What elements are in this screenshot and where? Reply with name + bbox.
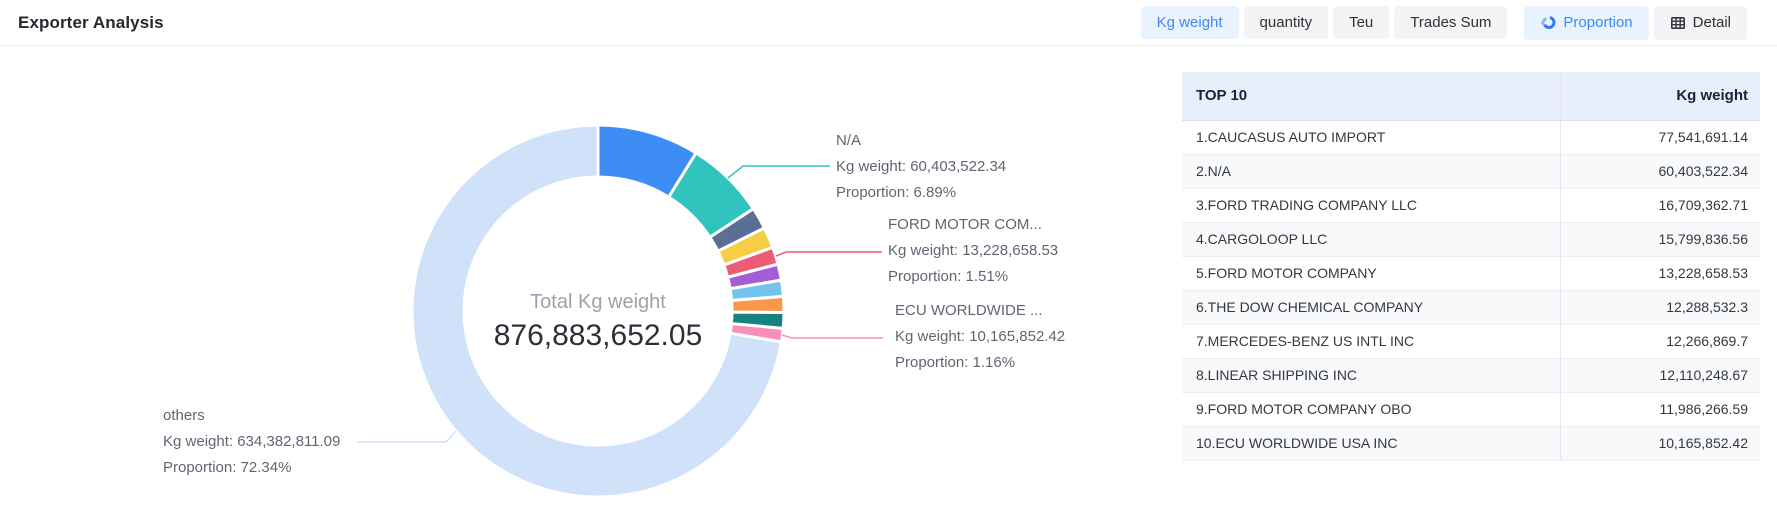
table-icon [1670,15,1686,31]
top10-table: TOP 10 Kg weight 1.CAUCASUS AUTO IMPORT7… [1182,72,1760,461]
callout-others: others Kg weight: 634,382,811.09 Proport… [163,403,340,481]
table-row: 6.THE DOW CHEMICAL COMPANY12,288,532.3 [1182,290,1760,324]
callout-proportion: Proportion: 1.16% [895,350,1065,376]
callout-ford-motor: FORD MOTOR COM... Kg weight: 13,228,658.… [888,212,1058,290]
table-row: 10.ECU WORLDWIDE USA INC10,165,852.42 [1182,426,1760,460]
exporter-kg-weight: 12,288,532.3 [1560,290,1760,324]
tab-detail-label: Detail [1693,15,1731,30]
callout-proportion: Proportion: 72.34% [163,455,340,481]
callout-kg-weight: Kg weight: 60,403,522.34 [836,154,1006,180]
exporter-name: 5.FORD MOTOR COMPANY [1182,256,1560,290]
tab-detail[interactable]: Detail [1654,6,1747,40]
toolbar: Kg weight quantity Teu Trades Sum Propor… [1141,6,1747,40]
tab-proportion-label: Proportion [1563,15,1632,30]
exporter-name: 7.MERCEDES-BENZ US INTL INC [1182,324,1560,358]
page-title: Exporter Analysis [18,13,164,33]
exporter-name: 2.N/A [1182,154,1560,188]
exporter-kg-weight: 13,228,658.53 [1560,256,1760,290]
exporter-kg-weight: 60,403,522.34 [1560,154,1760,188]
leader-line-others [357,431,456,442]
callout-kg-weight: Kg weight: 13,228,658.53 [888,238,1058,264]
exporter-kg-weight: 15,799,836.56 [1560,222,1760,256]
table-row: 7.MERCEDES-BENZ US INTL INC12,266,869.7 [1182,324,1760,358]
callout-kg-weight: Kg weight: 10,165,852.42 [895,324,1065,350]
table-row: 8.LINEAR SHIPPING INC12,110,248.67 [1182,358,1760,392]
donut-slice-linear-shipping-inc[interactable] [732,296,784,312]
tab-quantity[interactable]: quantity [1244,6,1329,39]
exporter-name: 1.CAUCASUS AUTO IMPORT [1182,120,1560,154]
table-row: 1.CAUCASUS AUTO IMPORT77,541,691.14 [1182,120,1760,154]
exporter-name: 4.CARGOLOOP LLC [1182,222,1560,256]
exporter-kg-weight: 16,709,362.71 [1560,188,1760,222]
table-row: 5.FORD MOTOR COMPANY13,228,658.53 [1182,256,1760,290]
exporter-kg-weight: 12,266,869.7 [1560,324,1760,358]
callout-title: FORD MOTOR COM... [888,212,1058,238]
exporter-kg-weight: 11,986,266.59 [1560,392,1760,426]
exporter-name: 9.FORD MOTOR COMPANY OBO [1182,392,1560,426]
callout-proportion: Proportion: 1.51% [888,264,1058,290]
callout-ecu-worldwide: ECU WORLDWIDE ... Kg weight: 10,165,852.… [895,298,1065,376]
callout-na: N/A Kg weight: 60,403,522.34 Proportion:… [836,128,1006,206]
exporter-name: 8.LINEAR SHIPPING INC [1182,358,1560,392]
col-header-kg-weight: Kg weight [1560,72,1760,120]
callout-title: others [163,403,340,429]
exporter-kg-weight: 77,541,691.14 [1560,120,1760,154]
exporter-analysis-panel: Total Kg weight 876,883,652.05 N/A Kg we… [0,46,1777,516]
table-row: 2.N/A60,403,522.34 [1182,154,1760,188]
exporter-kg-weight: 10,165,852.42 [1560,426,1760,460]
tab-kg-weight[interactable]: Kg weight [1141,6,1239,39]
exporter-name: 10.ECU WORLDWIDE USA INC [1182,426,1560,460]
table-row: 3.FORD TRADING COMPANY LLC16,709,362.71 [1182,188,1760,222]
tab-teu[interactable]: Teu [1333,6,1389,39]
table-header-row: TOP 10 Kg weight [1182,72,1760,120]
donut-chart-icon [1540,15,1556,31]
tab-trades-sum[interactable]: Trades Sum [1394,6,1507,39]
exporter-name: 6.THE DOW CHEMICAL COMPANY [1182,290,1560,324]
table-row: 9.FORD MOTOR COMPANY OBO11,986,266.59 [1182,392,1760,426]
callout-title: ECU WORLDWIDE ... [895,298,1065,324]
tab-proportion[interactable]: Proportion [1524,6,1648,40]
leader-line-ford-motor-company [776,252,882,256]
exporter-kg-weight: 12,110,248.67 [1560,358,1760,392]
callout-kg-weight: Kg weight: 634,382,811.09 [163,429,340,455]
header: Exporter Analysis Kg weight quantity Teu… [0,0,1777,46]
callout-title: N/A [836,128,1006,154]
leader-line-ecu-worldwide-usa-inc [782,335,883,338]
table-row: 4.CARGOLOOP LLC15,799,836.56 [1182,222,1760,256]
callout-proportion: Proportion: 6.89% [836,180,1006,206]
leader-line-n-a [728,166,830,178]
exporter-name: 3.FORD TRADING COMPANY LLC [1182,188,1560,222]
col-header-top10: TOP 10 [1182,72,1560,120]
